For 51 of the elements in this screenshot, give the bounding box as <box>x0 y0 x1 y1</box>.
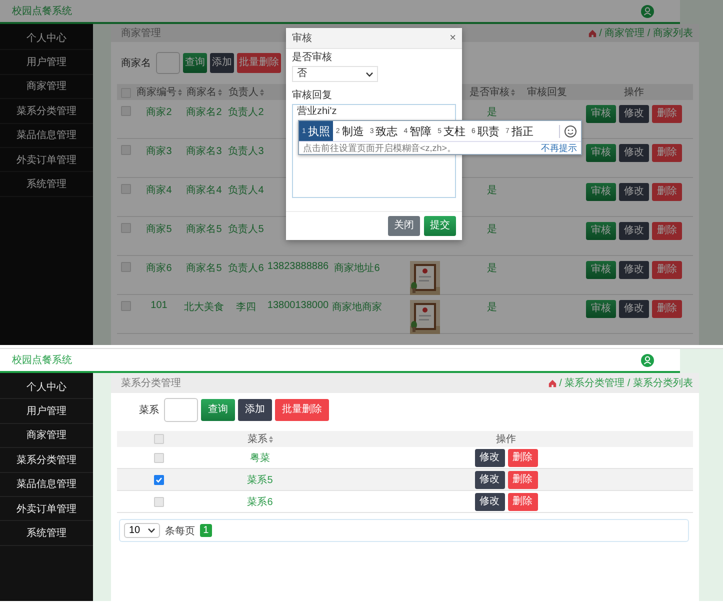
column-header: 是否审核 <box>470 86 510 99</box>
column-header: 商家编号 <box>136 86 176 99</box>
dialog-title: 审核 <box>292 32 312 45</box>
table-cell-text: 商家6 <box>146 262 172 275</box>
table-cell-text: 商家5 <box>146 222 172 236</box>
table-cell-text: 菜系5 <box>247 474 273 486</box>
breadcrumb-trail: / 商家管理 / 商家列表 <box>599 26 693 40</box>
table-cell-text: 是 <box>487 262 497 275</box>
table-cell-text: 菜系6 <box>247 496 273 508</box>
table-cell-text: 商家地址6 <box>334 262 380 275</box>
table-cell-text: 负责人5 <box>228 222 264 236</box>
page-size-label: 条每页 <box>165 524 196 538</box>
app-title: 校园点餐系统 <box>12 354 72 367</box>
table-cell: 13823888886 <box>267 261 329 272</box>
column-header: 负责人 <box>228 86 258 99</box>
table-cell-text: 商家3 <box>146 144 172 158</box>
table-cell-text: 负责人6 <box>228 262 264 275</box>
search-label: 商家名 <box>121 56 151 70</box>
table-cell-text: 李四 <box>236 300 256 314</box>
page-title: 商家管理 <box>121 26 161 40</box>
search-label: 菜系 <box>139 404 159 417</box>
column-header: 操作 <box>496 433 516 446</box>
page-title: 菜系分类管理 <box>121 376 181 390</box>
table-cell-text: 商家2 <box>146 106 172 119</box>
table-cell-text: 商家4 <box>146 184 172 197</box>
table-cell-text: 负责人2 <box>228 106 264 119</box>
table-cell-text: 商家地商家 <box>332 300 382 314</box>
column-header: 菜系 <box>248 432 268 446</box>
table-cell-text: 商家名4 <box>186 184 222 197</box>
table-cell-text: 负责人4 <box>228 184 264 197</box>
table-cell-text: 是 <box>487 184 497 197</box>
column-header: 审核回复 <box>527 86 567 99</box>
table-cell: 101 <box>150 300 168 311</box>
column-header: 操作 <box>624 86 644 99</box>
table-cell-text: 商家名5 <box>186 262 222 275</box>
ime-hint: 点击前往设置页面开启模糊音<z,zh>。 <box>303 142 456 154</box>
breadcrumb-trail: / 菜系分类管理 / 菜系分类列表 <box>559 376 693 390</box>
table-cell-text: 负责人3 <box>228 144 264 158</box>
table-cell-text: 商家名3 <box>186 144 222 158</box>
table-cell-text: 是 <box>487 301 497 314</box>
table-cell-text: 商家名5 <box>186 222 222 236</box>
table-cell-text: 北大美食 <box>184 300 224 314</box>
column-header: 商家名 <box>186 86 216 99</box>
table-cell-text: 是 <box>487 106 497 119</box>
table-cell-text: 是 <box>487 223 497 236</box>
table-cell-text: 粤菜 <box>250 452 270 464</box>
field-label: 审核回复 <box>292 90 333 102</box>
table-cell-text: 商家名2 <box>186 106 222 119</box>
table-cell: 13800138000 <box>267 300 329 311</box>
field-label: 是否审核 <box>292 52 333 64</box>
app-title: 校园点餐系统 <box>12 4 72 18</box>
